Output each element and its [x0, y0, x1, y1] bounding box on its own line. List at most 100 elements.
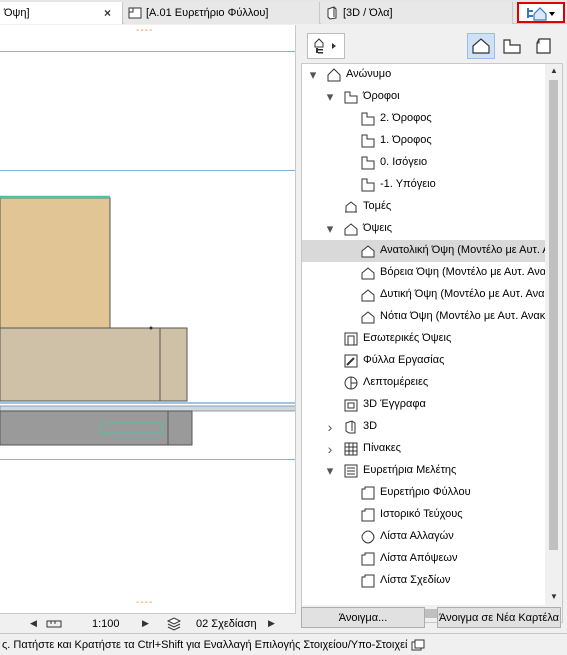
- story-icon: [361, 134, 375, 148]
- navigator-settings-button[interactable]: [307, 33, 345, 59]
- scale-menu-arrow-icon[interactable]: ▶: [142, 618, 149, 629]
- story-icon: [361, 156, 375, 170]
- vertical-scrollbar[interactable]: ▲ ▼: [545, 64, 562, 622]
- navigator-toolbar: [297, 25, 567, 63]
- tree-item[interactable]: Λεπτομέρειες: [302, 372, 545, 394]
- tree-item-label: Τομές: [363, 200, 392, 212]
- layers-icon[interactable]: [166, 617, 182, 631]
- layer-menu-arrow-icon[interactable]: ▶: [268, 618, 275, 629]
- tree-item[interactable]: Λίστα Αλλαγών: [302, 526, 545, 548]
- building-elevation-drawing: [0, 195, 295, 446]
- tree-item-label: Ανώνυμο: [346, 68, 392, 80]
- expand-caret-right-icon[interactable]: ›: [325, 420, 335, 434]
- tree-item-label: Λίστα Απόψεων: [380, 552, 458, 564]
- elevation-icon: [361, 245, 375, 258]
- scroll-left-arrow-icon[interactable]: ◀: [30, 618, 37, 629]
- scale-value[interactable]: 1:100: [92, 618, 120, 630]
- tab-sheet-index[interactable]: [A.01 Ευρετήριο Φύλλου]: [124, 2, 320, 24]
- section-icon: [345, 201, 357, 213]
- tab-label: [3D / Όλα]: [343, 7, 393, 19]
- open-in-new-tab-button[interactable]: Άνοιγμα σε Νέα Καρτέλα: [437, 607, 561, 628]
- detail-icon: [344, 376, 358, 390]
- tree-item[interactable]: › Πίνακες: [302, 438, 545, 460]
- 3d-document-icon: [344, 399, 358, 412]
- schedule-icon: [344, 442, 358, 456]
- tree-item[interactable]: Λίστα Σχεδίων: [302, 570, 545, 592]
- expand-caret-down-icon[interactable]: ▾: [325, 222, 335, 235]
- tree-item[interactable]: ▾ Ευρετήρια Μελέτης: [302, 460, 545, 482]
- tab-label: Όψη]: [4, 7, 30, 19]
- navigator-tree[interactable]: ▾ Ανώνυμο ▾ Όροφοι 2. Όροφος 1. Όροφος 0. Ισόγ…: [301, 63, 563, 623]
- copy-icon[interactable]: [411, 639, 425, 651]
- elevation-canvas[interactable]: ---- ----: [0, 25, 296, 613]
- tree-item[interactable]: Εσωτερικές Όψεις: [302, 328, 545, 350]
- tree-item[interactable]: Ιστορικό Τεύχους: [302, 504, 545, 526]
- sheet-index-icon: [361, 508, 375, 522]
- tree-item-label: Βόρεια Όψη (Μοντέλο με Αυτ. Ανα: [380, 266, 545, 278]
- tree-item[interactable]: Βόρεια Όψη (Μοντέλο με Αυτ. Ανα: [302, 262, 545, 284]
- tree-item[interactable]: Νότια Όψη (Μοντέλο με Αυτ. Ανακ: [302, 306, 545, 328]
- status-text: ς. Πατήστε και Κρατήστε τα Ctrl+Shift γι…: [2, 638, 408, 651]
- tree-options-icon: [314, 38, 336, 54]
- tab-bar: Όψη] × [A.01 Ευρετήριο Φύλλου] [3D / Όλα…: [0, 0, 567, 24]
- sheet-index-icon: [361, 552, 375, 566]
- tree-item[interactable]: Ευρετήριο Φύλλου: [302, 482, 545, 504]
- story-icon: [361, 178, 375, 192]
- tree-item-label: 3D Έγγραφα: [363, 398, 426, 410]
- tree-item[interactable]: › 3D: [302, 416, 545, 438]
- tree-item-label: Πίνακες: [363, 442, 401, 454]
- tree-item[interactable]: Λίστα Απόψεων: [302, 548, 545, 570]
- expand-caret-down-icon[interactable]: ▾: [325, 90, 335, 103]
- project-map-button[interactable]: [467, 33, 495, 59]
- tree-item-label: Λίστα Αλλαγών: [380, 530, 454, 542]
- tree-item[interactable]: ▾ Όροφοι: [302, 86, 545, 108]
- tree-item[interactable]: 1. Όροφος: [302, 130, 545, 152]
- tab-elevation[interactable]: Όψη] ×: [0, 2, 123, 24]
- tree-item-label: Όψεις: [363, 222, 393, 234]
- tree-item-label: Ιστορικό Τεύχους: [380, 508, 463, 520]
- tree-item-label: Νότια Όψη (Μοντέλο με Αυτ. Ανακ: [380, 310, 545, 322]
- tree-item[interactable]: ▾ Όψεις: [302, 218, 545, 240]
- view-map-button[interactable]: [498, 33, 526, 59]
- tab-3d[interactable]: [3D / Όλα]: [321, 2, 513, 24]
- expand-caret-right-icon[interactable]: ›: [325, 442, 335, 456]
- tree-item-label: Εσωτερικές Όψεις: [363, 332, 452, 344]
- tree-item[interactable]: ▾ Ανώνυμο: [302, 64, 545, 86]
- layer-combination-value[interactable]: 02 Σχεδίαση: [196, 618, 257, 630]
- scroll-up-icon[interactable]: ▲: [550, 66, 558, 75]
- tree-item-label: Ευρετήριο Φύλλου: [380, 486, 471, 498]
- tree-item-label: Λίστα Σχεδίων: [380, 574, 451, 586]
- tree-item-label: Δυτική Όψη (Μοντέλο με Αυτ. Ανα: [380, 288, 545, 300]
- tree-item-label: 1. Όροφος: [380, 134, 432, 146]
- scale-icon[interactable]: [46, 619, 62, 629]
- scroll-down-icon[interactable]: ▼: [550, 592, 558, 601]
- tree-item-label: 3D: [363, 420, 378, 432]
- tree-item-label: Λεπτομέρειες: [363, 376, 429, 388]
- 3d-cube-icon: [327, 6, 337, 20]
- tree-item-label: -1. Υπόγειο: [380, 178, 436, 190]
- stories-icon: [344, 91, 358, 104]
- view-map-icon: [503, 39, 521, 54]
- navigator-view-map-button[interactable]: [517, 2, 565, 23]
- expand-caret-down-icon[interactable]: ▾: [325, 464, 335, 477]
- project-map-icon: [527, 6, 555, 21]
- tree-item[interactable]: Ανατολική Όψη (Μοντέλο με Αυτ. Α: [302, 240, 545, 262]
- layout-sheet-icon: [128, 7, 142, 19]
- vertical-scroll-thumb[interactable]: [549, 80, 558, 550]
- tree-item[interactable]: 0. Ισόγειο: [302, 152, 545, 174]
- tree-item[interactable]: 3D Έγγραφα: [302, 394, 545, 416]
- navigator-panel: ▾ Ανώνυμο ▾ Όροφοι 2. Όροφος 1. Όροφος 0. Ισόγ…: [297, 25, 567, 633]
- open-button[interactable]: Άνοιγμα...: [301, 607, 425, 628]
- expand-caret-down-icon[interactable]: ▾: [308, 68, 318, 81]
- tree-item[interactable]: Δυτική Όψη (Μοντέλο με Αυτ. Ανα: [302, 284, 545, 306]
- tree-item[interactable]: 2. Όροφος: [302, 108, 545, 130]
- tree-item[interactable]: Τομές: [302, 196, 545, 218]
- elevation-marker: ----: [136, 597, 154, 608]
- tree-item-label: 0. Ισόγειο: [380, 156, 428, 168]
- project-icon: [327, 68, 341, 82]
- tree-item[interactable]: -1. Υπόγειο: [302, 174, 545, 196]
- tree-item[interactable]: Φύλλα Εργασίας: [302, 350, 545, 372]
- tree-item-label: Όροφοι: [363, 90, 400, 102]
- layout-book-button[interactable]: [529, 33, 557, 59]
- close-tab-icon[interactable]: ×: [104, 6, 111, 20]
